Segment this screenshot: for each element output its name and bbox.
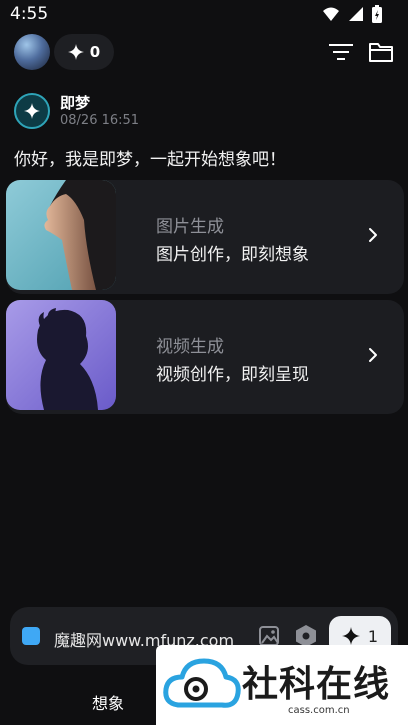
- sparkle-icon: [341, 627, 360, 645]
- credits-badge[interactable]: 0: [54, 34, 114, 70]
- image-upload-icon[interactable]: [258, 625, 280, 647]
- user-avatar[interactable]: [14, 34, 50, 70]
- credits-count: 0: [89, 43, 101, 61]
- card-subtitle: 视频创作，即刻呈现: [156, 365, 309, 385]
- watermark: 社科在线 cass.com.cn: [156, 645, 408, 725]
- sparkle-icon: [24, 103, 40, 119]
- card-title: 视频生成: [156, 337, 224, 357]
- cloud-logo-icon: [163, 658, 241, 708]
- watermark-url: cass.com.cn: [288, 705, 350, 716]
- message-timestamp: 08/26 16:51: [60, 113, 140, 128]
- wifi-icon: [323, 7, 339, 21]
- video-generation-card[interactable]: 视频生成 视频创作，即刻呈现: [6, 300, 404, 414]
- greeting-message: 你好，我是即梦，一起开始想象吧！: [14, 150, 286, 170]
- status-icons: [322, 4, 382, 24]
- signal-icon: [349, 7, 363, 21]
- video-generation-thumbnail: [6, 300, 116, 410]
- folder-icon[interactable]: [368, 40, 394, 64]
- watermark-text: 社科在线: [242, 664, 391, 705]
- card-title: 图片生成: [156, 217, 224, 237]
- sparkle-icon: [67, 44, 84, 60]
- chevron-right-icon: [369, 228, 377, 242]
- generate-count: 1: [367, 626, 379, 646]
- tab-imagine[interactable]: 想象: [92, 690, 124, 714]
- battery-icon: [372, 5, 382, 23]
- image-generation-card[interactable]: 图片生成 图片创作，即刻想象: [6, 180, 404, 294]
- chevron-right-icon: [369, 348, 377, 362]
- mode-indicator[interactable]: [22, 627, 40, 645]
- bot-avatar: [14, 93, 50, 129]
- bot-name: 即梦: [60, 94, 91, 112]
- filter-icon[interactable]: [328, 40, 354, 64]
- status-time: 4:55: [10, 4, 49, 24]
- card-subtitle: 图片创作，即刻想象: [156, 245, 309, 265]
- image-generation-thumbnail: [6, 180, 116, 290]
